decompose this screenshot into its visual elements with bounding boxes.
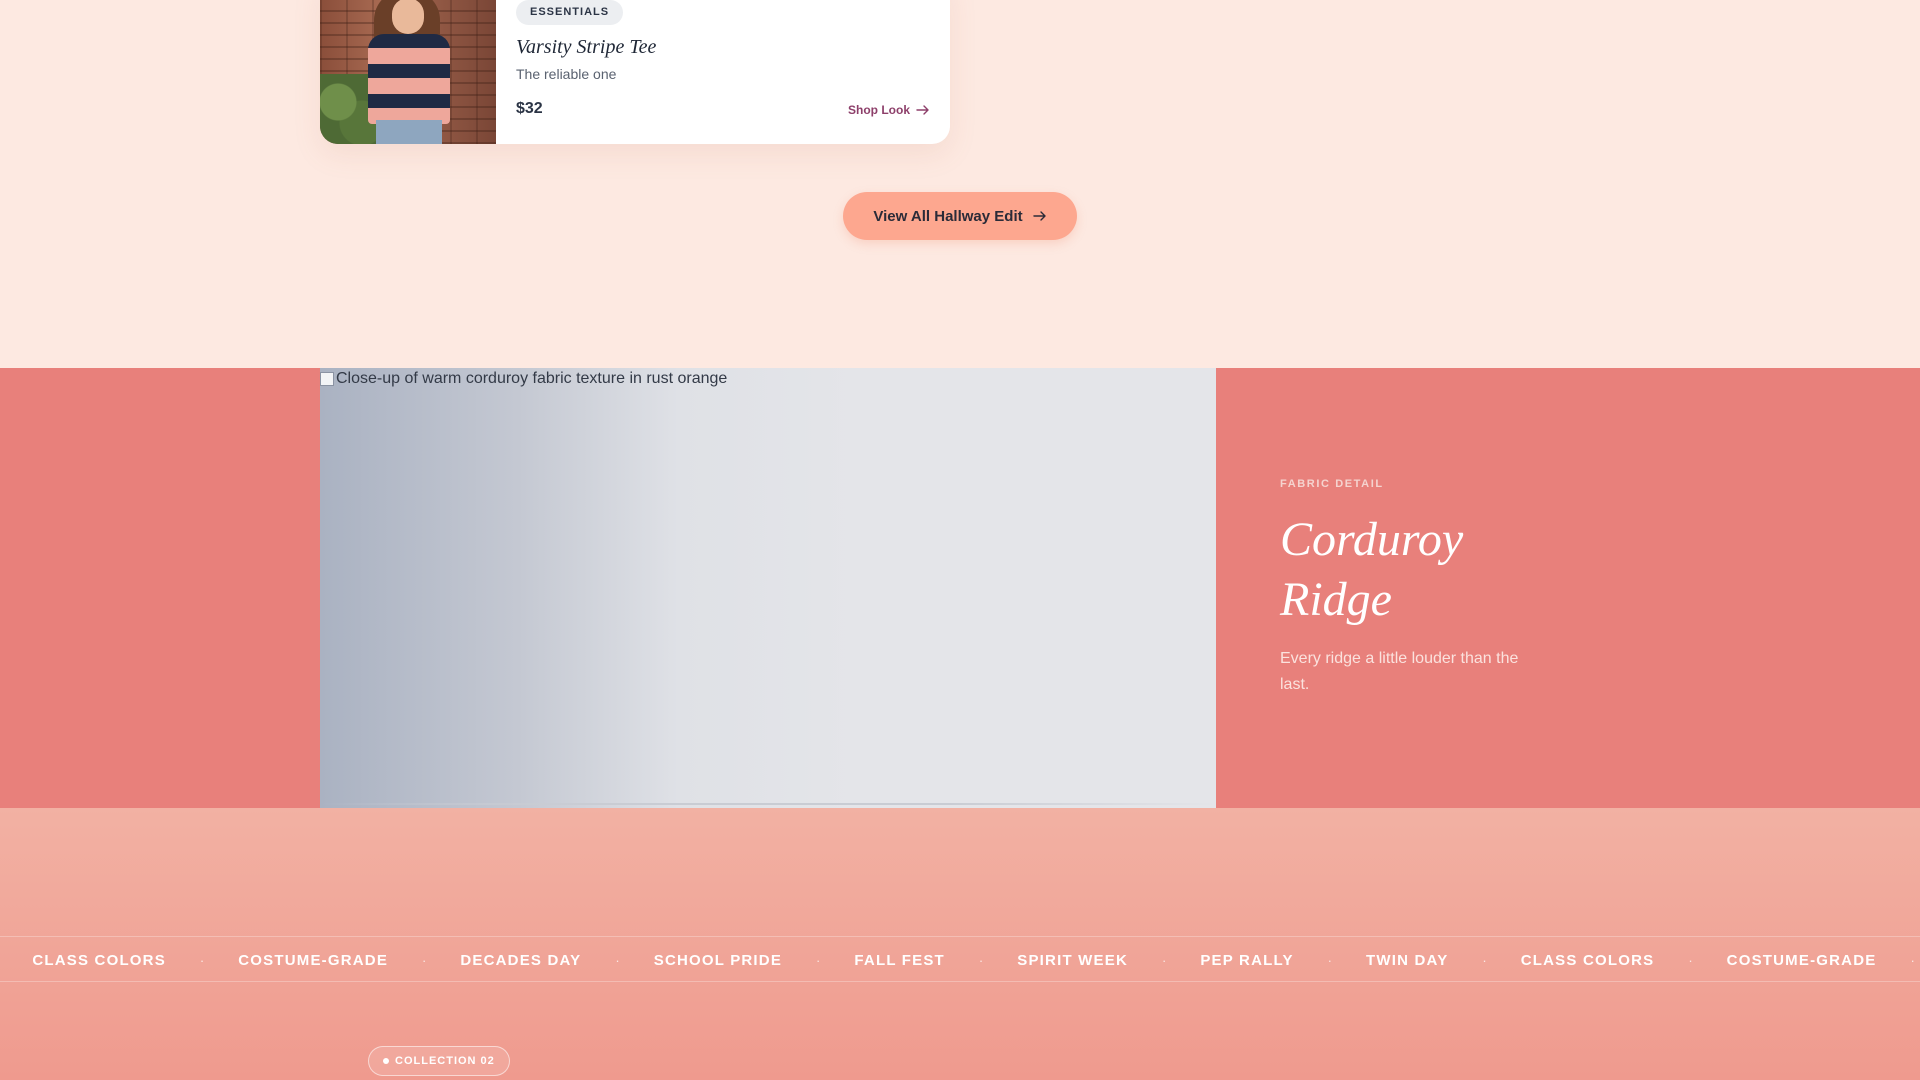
product-photo[interactable] [320, 0, 496, 144]
marquee-separator: · [1327, 952, 1333, 968]
model-jeans [376, 120, 442, 144]
fabric-image: Close-up of warm corduroy fabric texture… [320, 368, 1216, 808]
model-face [392, 0, 424, 34]
fabric-image-alt-text: Close-up of warm corduroy fabric texture… [336, 370, 728, 387]
marquee-separator: · [615, 952, 620, 968]
arrow-right-icon [1032, 211, 1046, 221]
collection-pill: COLLECTION 02 [368, 1046, 510, 1076]
theme-marquee: ·CLASS COLORS·COSTUME-GRADE·DECADES DAY·… [0, 936, 1920, 982]
product-tagline: The reliable one [516, 66, 617, 82]
marquee-item: TWIN DAY [1366, 951, 1449, 969]
shop-look-label: Shop Look [848, 103, 910, 117]
marquee-separator: · [816, 952, 821, 968]
product-name[interactable]: Varsity Stripe Tee [516, 36, 656, 59]
collection-section: ·CLASS COLORS·COSTUME-GRADE·DECADES DAY·… [0, 808, 1920, 1080]
marquee-separator: · [978, 952, 984, 968]
fabric-description: Every ridge a little louder than the las… [1280, 650, 1519, 693]
marquee-item: COSTUME-GRADE [1726, 951, 1877, 969]
category-badge: ESSENTIALS [516, 0, 624, 25]
pill-dot-icon [383, 1058, 389, 1064]
marquee-item: CLASS COLORS [1520, 951, 1655, 969]
marquee-item: CLASS COLORS [32, 951, 166, 969]
product-price: $32 [516, 100, 543, 117]
marquee-separator: · [1161, 952, 1167, 968]
marquee-item: FALL FEST [854, 951, 945, 969]
fabric-copy: FABRIC DETAIL Corduroy Ridge Every ridge… [1280, 368, 1580, 808]
marquee-item: PEP RALLY [1200, 951, 1294, 969]
marquee-separator: · [1688, 952, 1693, 968]
marquee-separator: · [1910, 952, 1915, 968]
fabric-title: Corduroy Ridge [1280, 513, 1464, 626]
view-all-button[interactable]: View All Hallway Edit [843, 192, 1077, 240]
striped-tee [368, 34, 450, 124]
marquee-separator: · [1482, 952, 1487, 968]
marquee-separator: · [199, 952, 205, 968]
product-card[interactable]: ESSENTIALS Varsity Stripe Tee The reliab… [320, 0, 950, 144]
marquee-item: DECADES DAY [1915, 952, 1920, 969]
product-info: ESSENTIALS Varsity Stripe Tee The reliab… [496, 0, 950, 144]
shop-look-link[interactable]: Shop Look [848, 103, 930, 117]
view-all-label: View All Hallway Edit [873, 207, 1023, 225]
marquee-item: COSTUME-GRADE [238, 951, 389, 969]
fabric-eyebrow: FABRIC DETAIL [1280, 478, 1384, 490]
marquee-item: SCHOOL PRIDE [653, 951, 783, 969]
broken-image-icon [320, 372, 334, 386]
marquee-track: ·CLASS COLORS·COSTUME-GRADE·DECADES DAY·… [0, 937, 1920, 981]
collection-label: COLLECTION 02 [395, 1055, 495, 1067]
hallway-edit-section: ESSENTIALS Varsity Stripe Tee The reliab… [0, 0, 1920, 368]
fabric-detail-section: Close-up of warm corduroy fabric texture… [0, 368, 1920, 808]
marquee-item: SPIRIT WEEK [1017, 951, 1128, 969]
marquee-item: DECADES DAY [460, 951, 582, 969]
arrow-right-icon [916, 105, 929, 115]
marquee-separator: · [422, 952, 427, 968]
image-divider [320, 803, 1216, 805]
